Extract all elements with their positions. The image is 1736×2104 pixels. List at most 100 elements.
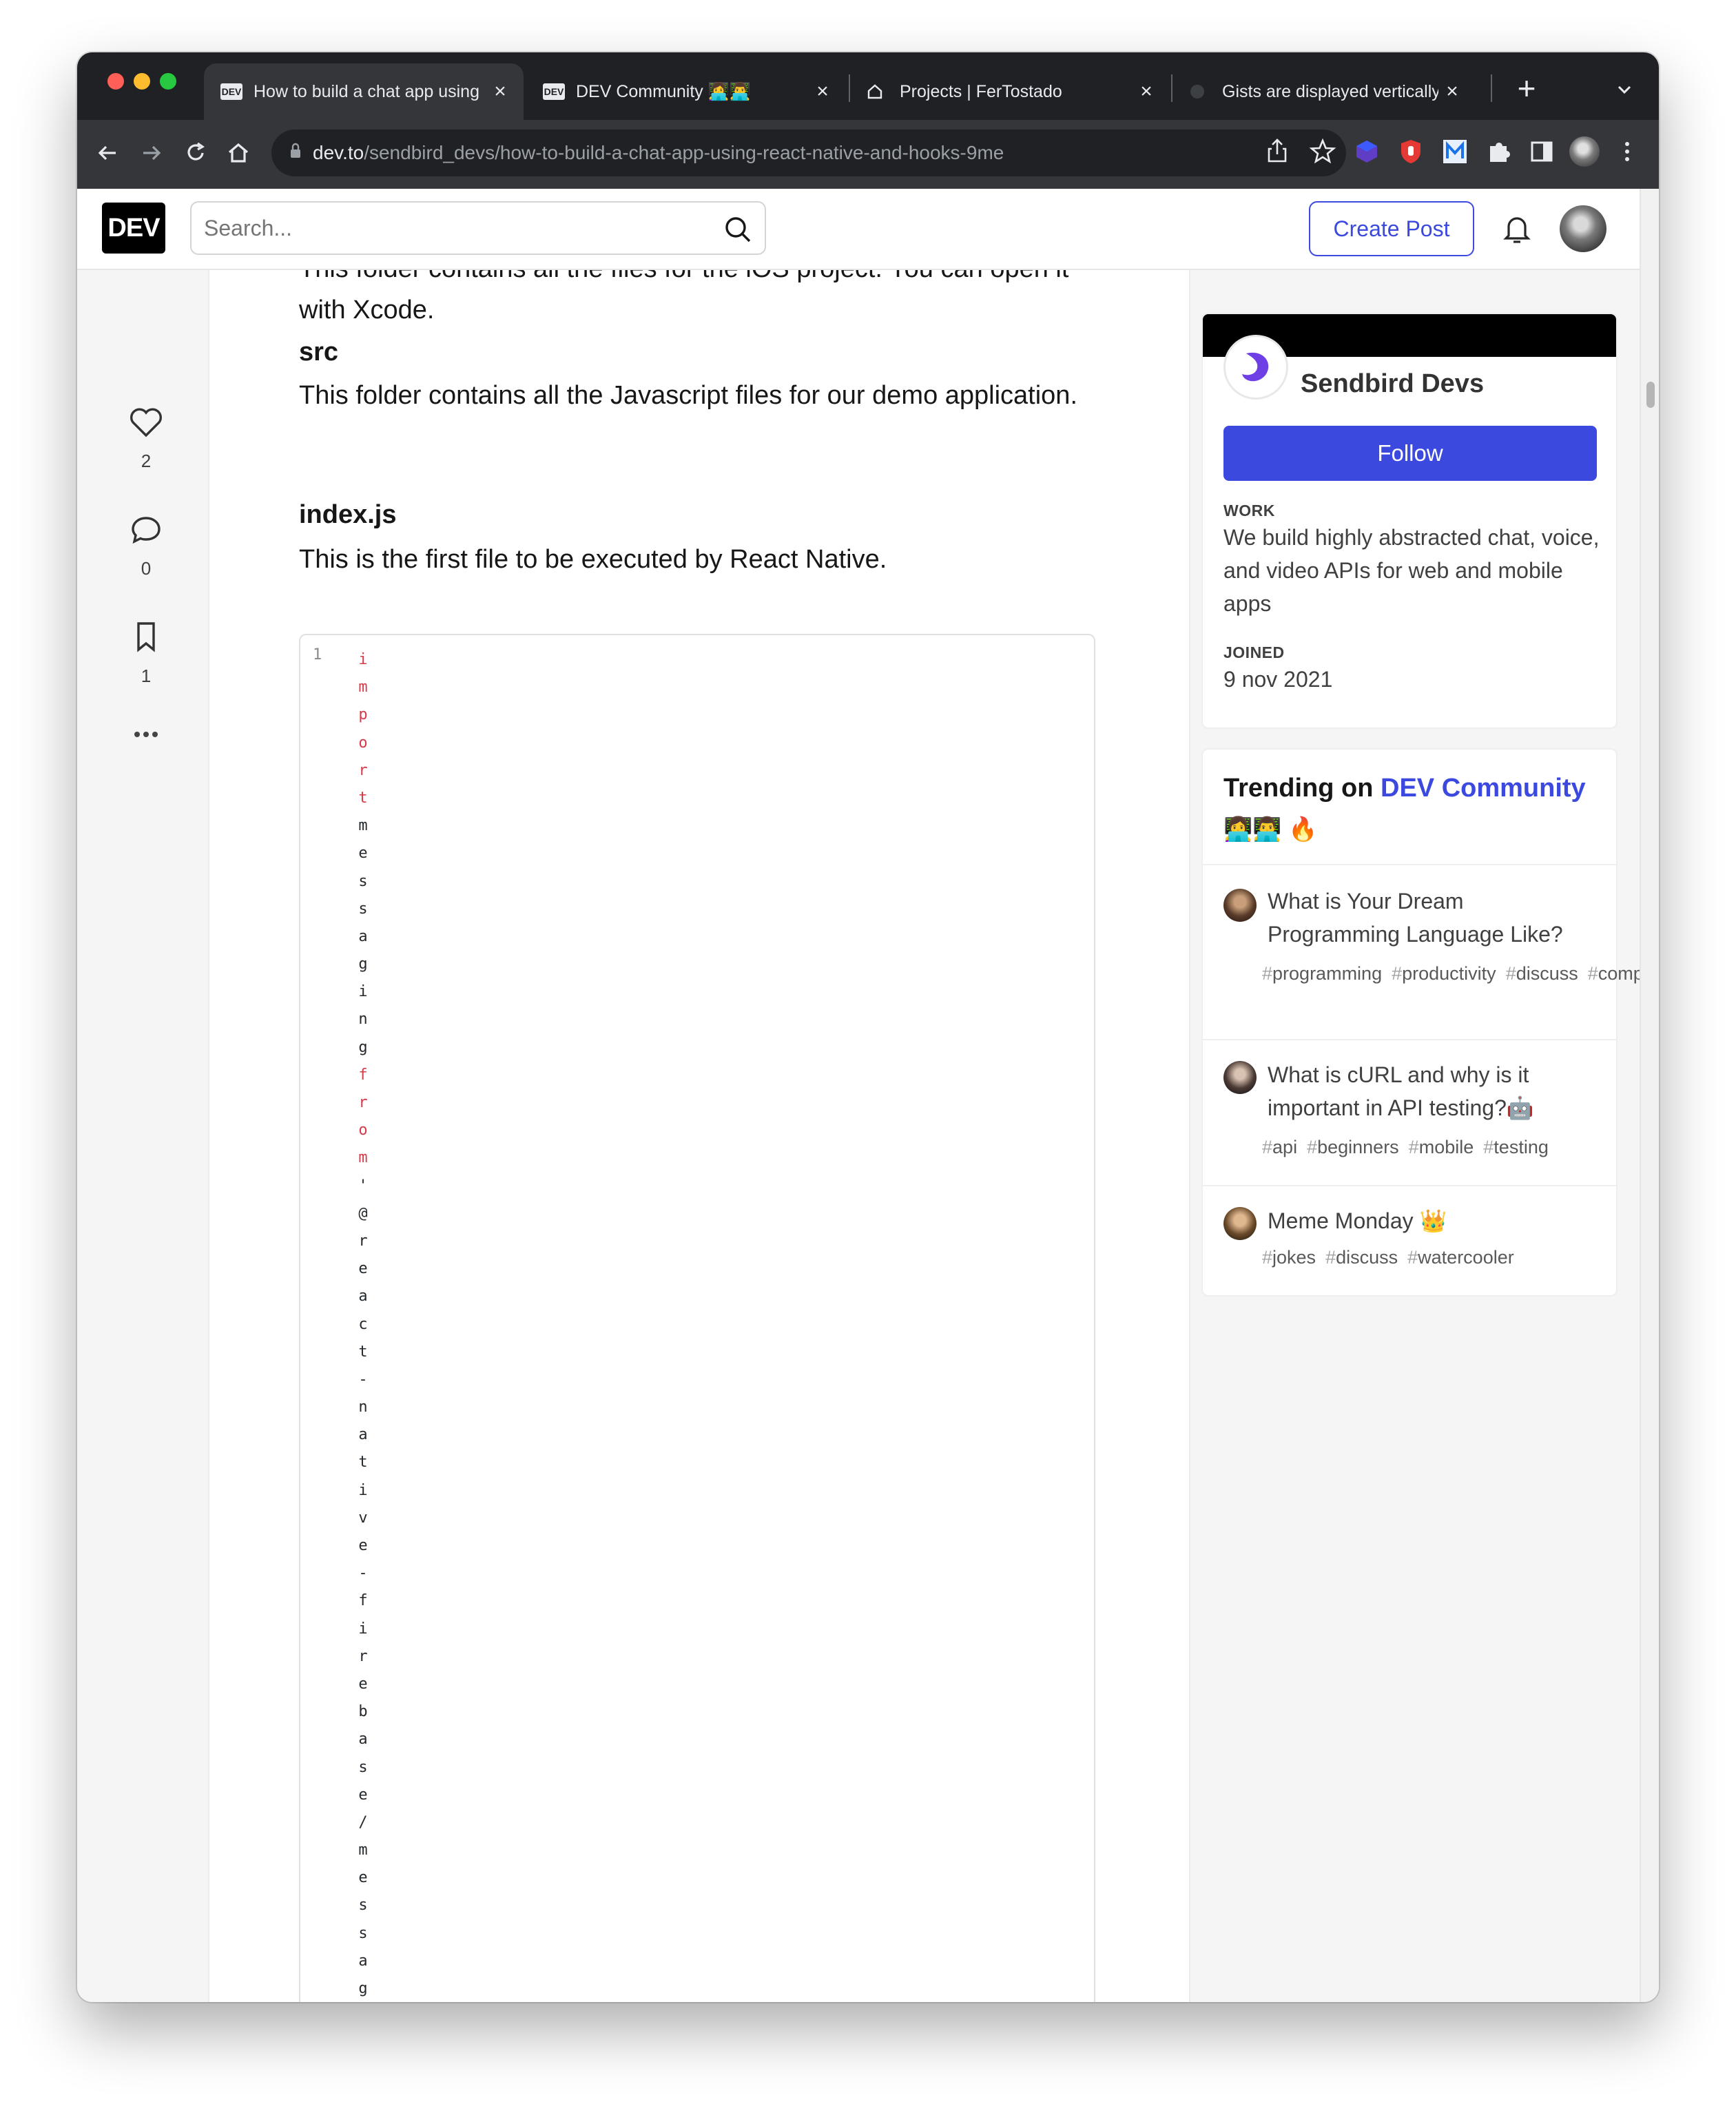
code-char: g: [358, 956, 368, 973]
github-icon: [1189, 83, 1211, 100]
like-reaction[interactable]: 2: [116, 406, 176, 472]
trending-item[interactable]: What is Your Dream Programming Language …: [1203, 864, 1659, 1039]
bookmark-reaction[interactable]: 1: [116, 620, 176, 687]
tab-title: Projects | FerTostado: [900, 81, 1062, 101]
notifications-bell-icon[interactable]: [1496, 208, 1538, 249]
author-avatar: [1223, 1207, 1257, 1240]
reload-icon[interactable]: [176, 134, 215, 172]
zoom-window-button[interactable]: [160, 73, 176, 90]
tab-dev-community[interactable]: DEV DEV Community 👩‍💻👨‍💻 ×: [526, 63, 846, 120]
code-char: i: [358, 1481, 368, 1499]
extension-shield-icon[interactable]: [1396, 136, 1426, 167]
code-char: e: [358, 1786, 368, 1804]
close-tab-icon[interactable]: ×: [1438, 80, 1466, 103]
code-char: b: [358, 1703, 368, 1721]
code-char: s: [358, 872, 368, 890]
tag[interactable]: discuss: [1506, 963, 1578, 984]
author-name[interactable]: Sendbird Devs: [1301, 369, 1484, 399]
author-avatar: [1223, 1061, 1257, 1094]
close-window-button[interactable]: [107, 73, 124, 90]
code-char: e: [358, 845, 368, 863]
tag[interactable]: jokes: [1262, 1247, 1316, 1268]
trending-item-title[interactable]: Meme Monday 👑: [1268, 1204, 1598, 1237]
code-char: n: [358, 1011, 368, 1029]
close-tab-icon[interactable]: ×: [809, 80, 836, 103]
new-tab-icon[interactable]: +: [1506, 68, 1547, 109]
code-char: -: [358, 1370, 368, 1388]
search-input[interactable]: [203, 214, 715, 242]
tab-search-icon[interactable]: [1611, 76, 1638, 103]
trending-item-title[interactable]: What is Your Dream Programming Language …: [1268, 885, 1598, 951]
tag[interactable]: testing: [1483, 1137, 1549, 1157]
share-icon[interactable]: [1262, 136, 1292, 167]
code-char: n: [358, 1399, 368, 1416]
extension-m-icon[interactable]: [1440, 136, 1470, 167]
page-scrollbar[interactable]: [1640, 189, 1659, 2002]
heart-icon: [130, 408, 162, 437]
forward-icon[interactable]: [132, 134, 171, 172]
tab-separator: [1491, 74, 1492, 102]
index-js-heading: index.js: [299, 500, 397, 529]
joined-label: JOINED: [1223, 643, 1285, 661]
index-js-text: This is the first file to be executed by…: [299, 545, 887, 574]
comment-count: 0: [141, 558, 152, 579]
address-bar[interactable]: dev.to/sendbird_devs/how-to-build-a-chat…: [271, 130, 1346, 176]
side-panel-icon[interactable]: [1527, 136, 1557, 167]
tag[interactable]: mobile: [1409, 1137, 1474, 1157]
trending-link[interactable]: DEV Community: [1381, 774, 1586, 803]
code-char: s: [358, 1897, 368, 1915]
code-char: i: [358, 1620, 368, 1638]
tab-chat-app[interactable]: DEV How to build a chat app using ×: [204, 63, 524, 120]
right-sidebar: Sendbird Devs Follow WORK We build highl…: [1201, 313, 1659, 1297]
back-icon[interactable]: [88, 134, 127, 172]
code-char: m: [358, 679, 368, 697]
tag[interactable]: watercooler: [1407, 1247, 1514, 1268]
lock-icon: [289, 142, 302, 164]
search-box[interactable]: [190, 201, 766, 255]
search-icon[interactable]: [723, 215, 752, 247]
code-char: -: [358, 1565, 368, 1582]
code-char: a: [358, 1426, 368, 1444]
trending-item-title[interactable]: What is cURL and why is it important in …: [1268, 1058, 1598, 1124]
comment-reaction[interactable]: 0: [116, 514, 176, 579]
code-char: v: [358, 1509, 368, 1527]
user-avatar[interactable]: [1560, 205, 1606, 252]
minimize-window-button[interactable]: [134, 73, 150, 90]
more-menu-icon[interactable]: [1612, 136, 1642, 167]
trending-card: Trending on DEV Community 👩‍💻👨‍💻 🔥 What …: [1201, 748, 1659, 1297]
dev-logo[interactable]: DEV: [102, 203, 165, 254]
trending-item[interactable]: What is cURL and why is it important in …: [1203, 1039, 1616, 1185]
more-options-icon[interactable]: [116, 728, 176, 754]
extension-cube-icon[interactable]: [1352, 136, 1382, 167]
bookmark-star-icon[interactable]: [1308, 136, 1338, 167]
sendbird-logo-icon[interactable]: [1223, 335, 1288, 400]
code-char: s: [358, 1924, 368, 1942]
trending-item[interactable]: Meme Monday 👑 jokes discuss watercooler: [1203, 1185, 1616, 1295]
web-page: DEV Create Post 2 0: [77, 189, 1659, 2002]
tab-projects[interactable]: Projects | FerTostado ×: [850, 63, 1170, 120]
scrollbar-thumb[interactable]: [1646, 382, 1655, 408]
create-post-button[interactable]: Create Post: [1309, 201, 1474, 256]
dev-icon: DEV: [543, 83, 565, 100]
follow-button[interactable]: Follow: [1223, 426, 1597, 481]
tab-gists[interactable]: Gists are displayed vertically i ×: [1172, 63, 1476, 120]
profile-avatar[interactable]: [1569, 136, 1600, 167]
trending-item-tags: programmingproductivitydiscusscompiler: [1262, 959, 1659, 989]
close-tab-icon[interactable]: ×: [1133, 80, 1160, 103]
code-char: f: [358, 1066, 368, 1084]
code-char: p: [358, 706, 368, 724]
code-char: c: [358, 1315, 368, 1333]
close-tab-icon[interactable]: ×: [486, 80, 514, 103]
code-char: a: [358, 1952, 368, 1970]
extensions-puzzle-icon[interactable]: [1484, 136, 1514, 167]
tag[interactable]: discuss: [1325, 1247, 1398, 1268]
tag[interactable]: beginners: [1307, 1137, 1399, 1157]
code-char: t: [358, 789, 368, 807]
trending-title: Trending on DEV Community 👩‍💻👨‍💻 🔥: [1223, 767, 1609, 850]
code-char: e: [358, 1537, 368, 1554]
tag[interactable]: api: [1262, 1137, 1297, 1157]
home-icon[interactable]: [219, 134, 258, 172]
tag[interactable]: programming: [1262, 963, 1382, 984]
tag[interactable]: productivity: [1392, 963, 1496, 984]
code-char: s: [358, 900, 368, 918]
